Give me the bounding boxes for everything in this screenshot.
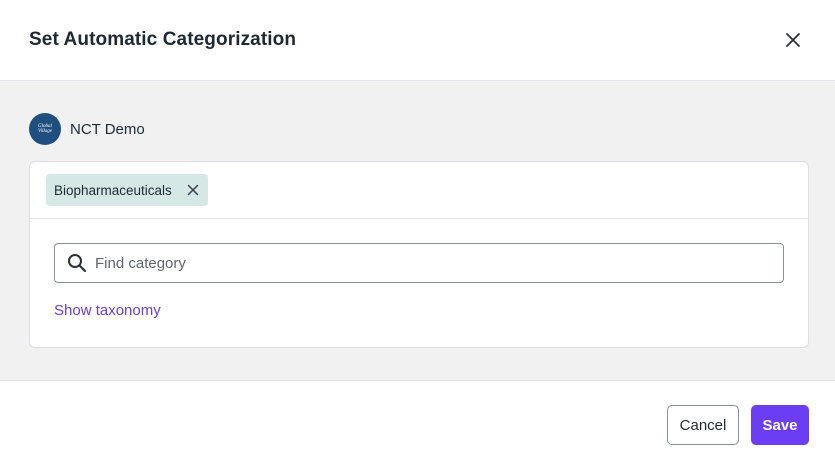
show-taxonomy-link[interactable]: Show taxonomy <box>54 302 161 319</box>
dialog-header: Set Automatic Categorization <box>0 0 835 81</box>
organization-row: Global Village NCT Demo <box>29 113 145 145</box>
selected-categories: Biopharmaceuticals <box>30 162 808 219</box>
organization-name: NCT Demo <box>70 120 145 138</box>
avatar-logo-text: Global Village <box>37 124 53 134</box>
save-button[interactable]: Save <box>751 405 809 445</box>
dialog-title: Set Automatic Categorization <box>29 29 297 50</box>
close-icon <box>187 184 199 196</box>
dialog-body: Global Village NCT Demo Biopharmaceutica… <box>0 81 835 381</box>
dialog-footer: Cancel Save <box>0 381 835 464</box>
close-icon <box>786 33 800 47</box>
categorization-dialog: Set Automatic Categorization Global Vill… <box>0 0 835 464</box>
avatar: Global Village <box>29 113 61 145</box>
cancel-button[interactable]: Cancel <box>667 405 739 445</box>
category-chip-label: Biopharmaceuticals <box>54 182 172 198</box>
search-icon <box>67 253 87 273</box>
category-card: Biopharmaceuticals Show <box>29 161 809 348</box>
category-chip: Biopharmaceuticals <box>46 174 208 206</box>
search-input[interactable] <box>95 248 735 278</box>
remove-chip-button[interactable] <box>186 183 200 197</box>
close-button[interactable] <box>781 28 805 52</box>
category-search <box>54 243 784 283</box>
